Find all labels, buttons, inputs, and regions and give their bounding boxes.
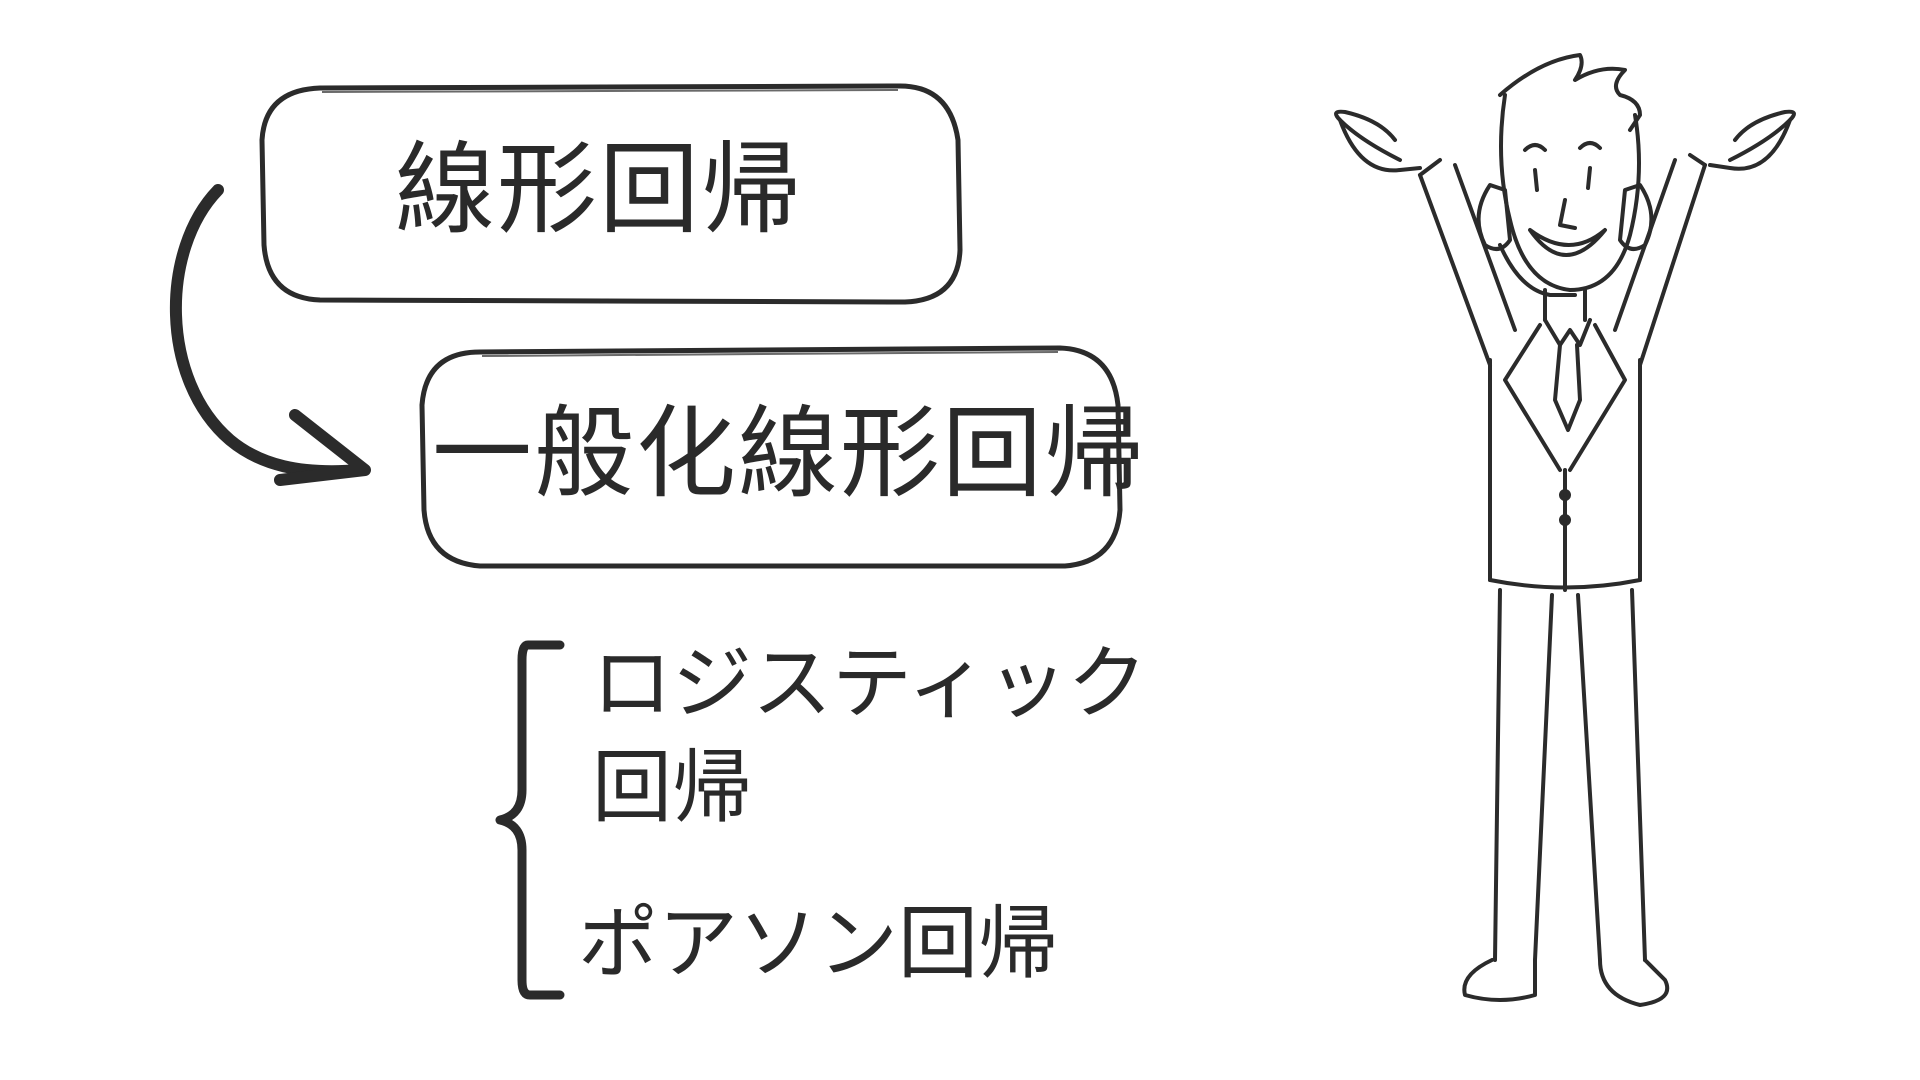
label-generalized-linear-regression: 一般化線形回帰 <box>432 395 1146 512</box>
example-logistic-line2: 回帰 <box>592 741 752 834</box>
example-logistic-line1: ロジスティック <box>592 637 1148 730</box>
label-linear-regression: 線形回帰 <box>395 131 803 248</box>
curved-arrow-icon <box>170 184 371 486</box>
presenter-figure-icon <box>1334 53 1796 1007</box>
left-brace-icon <box>495 640 565 1000</box>
example-poisson: ポアソン回帰 <box>578 897 1058 990</box>
